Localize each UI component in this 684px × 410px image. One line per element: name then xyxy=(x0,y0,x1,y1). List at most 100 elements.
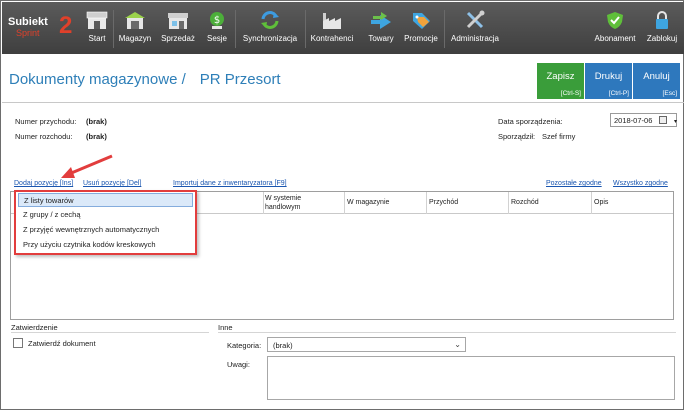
print-shortcut: [Ctrl-P] xyxy=(608,90,629,97)
main-toolbar: Subiekt Sprint 2 Start Magazyn Sprzedaż xyxy=(2,2,684,54)
toolbar-start-button[interactable]: Start xyxy=(82,10,112,50)
uwagi-textarea[interactable] xyxy=(267,356,675,400)
logo-version: 2 xyxy=(59,12,73,39)
section-divider xyxy=(11,332,209,333)
save-shortcut: [Ctrl-S] xyxy=(560,90,581,97)
toolbar-zablokuj-label: Zablokuj xyxy=(646,34,678,43)
shop-icon xyxy=(167,10,189,30)
column-divider xyxy=(591,192,592,214)
svg-text:$: $ xyxy=(214,15,220,26)
cancel-shortcut: [Esc] xyxy=(662,90,677,97)
sporzadzil-label: Sporządził: xyxy=(498,132,536,141)
column-header-magazyn[interactable]: W magazynie xyxy=(347,199,389,206)
inne-section-title: Inne xyxy=(218,323,233,332)
all-match-link[interactable]: Wszystko zgodne xyxy=(613,180,668,187)
toolbar-promocje-label: Promocje xyxy=(404,34,438,43)
dropdown-item-czytnik[interactable]: Przy użyciu czytnika kodów kreskowych xyxy=(18,238,193,252)
column-divider xyxy=(344,192,345,214)
toolbar-promocje-button[interactable]: Promocje xyxy=(402,10,440,50)
toolbar-abonament-label: Abonament xyxy=(594,34,636,43)
cancel-button-label: Anuluj xyxy=(643,71,670,82)
cash-session-icon: $ xyxy=(206,10,228,30)
column-header-rozchod[interactable]: Rozchód xyxy=(511,199,539,206)
toolbar-abonament-button[interactable]: Abonament xyxy=(591,10,639,50)
column-header-system-line2: handlowym xyxy=(265,204,301,211)
toolbar-start-label: Start xyxy=(88,34,106,43)
uwagi-label: Uwagi: xyxy=(227,360,250,369)
kategoria-value: (brak) xyxy=(273,341,293,350)
toolbar-kontrahenci-button[interactable]: Kontrahenci xyxy=(308,10,356,50)
date-picker[interactable]: 2018-07-06 ▾ xyxy=(610,113,677,127)
page-title-main: Dokumenty magazynowe / xyxy=(9,71,186,88)
numer-rozchodu-value: (brak) xyxy=(86,132,107,141)
header-divider xyxy=(2,102,684,103)
toolbar-synchronizacja-label: Synchronizacja xyxy=(242,34,298,43)
page-title-document: PR Przesort xyxy=(199,71,281,88)
toolbar-magazyn-button[interactable]: Magazyn xyxy=(116,10,154,50)
logo-brand: Subiekt xyxy=(8,16,48,28)
dropdown-item-z-grupy[interactable]: Z grupy / z cechą xyxy=(18,208,193,222)
sync-icon xyxy=(259,10,281,30)
dropdown-item-z-przyjec[interactable]: Z przyjęć wewnętrznych automatycznych xyxy=(18,223,193,237)
toolbar-administracja-label: Administracja xyxy=(450,34,499,43)
save-button[interactable]: Zapisz [Ctrl-S] xyxy=(537,63,584,99)
toolbar-sesje-button[interactable]: $ Sesje xyxy=(202,10,232,50)
toolbar-divider xyxy=(235,10,236,48)
toolbar-divider xyxy=(305,10,306,48)
column-header-system[interactable]: W systemie handlowym xyxy=(265,194,301,212)
toolbar-towary-label: Towary xyxy=(368,34,394,43)
factory-icon xyxy=(321,10,343,30)
column-divider xyxy=(426,192,427,214)
toolbar-sprzedaz-button[interactable]: Sprzedaż xyxy=(158,10,198,50)
data-sporzadzenia-label: Data sporządzenia: xyxy=(498,117,563,126)
shield-icon xyxy=(604,10,626,30)
toolbar-divider xyxy=(444,10,445,48)
approve-label: Zatwierdź dokument xyxy=(28,339,96,348)
toolbar-sesje-label: Sesje xyxy=(206,34,227,43)
toolbar-divider xyxy=(113,10,114,48)
kategoria-select[interactable]: (brak) ⌄ xyxy=(267,337,466,352)
kategoria-label: Kategoria: xyxy=(227,341,262,350)
column-header-przychod[interactable]: Przychód xyxy=(429,199,458,206)
page-title: Dokumenty magazynowe / PR Przesort xyxy=(9,71,281,88)
toolbar-administracja-button[interactable]: Administracja xyxy=(448,10,502,50)
annotation-arrow-icon xyxy=(61,154,113,178)
cancel-button[interactable]: Anuluj [Esc] xyxy=(633,63,680,99)
numer-rozchodu-label: Numer rozchodu: xyxy=(15,132,73,141)
app-logo: Subiekt Sprint 2 xyxy=(8,14,78,42)
print-button[interactable]: Drukuj [Ctrl-P] xyxy=(585,63,632,99)
lock-icon xyxy=(651,10,673,30)
logo-product: Sprint xyxy=(16,28,40,38)
toolbar-zablokuj-button[interactable]: Zablokuj xyxy=(644,10,680,50)
toolbar-sprzedaz-label: Sprzedaż xyxy=(161,34,195,43)
date-value: 2018-07-06 xyxy=(614,116,653,125)
numer-przychodu-value: (brak) xyxy=(86,117,107,126)
import-inventory-link[interactable]: Importuj dane z inwentaryzatora [F9] xyxy=(173,180,287,187)
store-icon xyxy=(86,10,108,30)
warehouse-icon xyxy=(124,10,146,30)
column-divider xyxy=(263,192,264,214)
toolbar-synchronizacja-button[interactable]: Synchronizacja xyxy=(240,10,300,50)
column-header-system-line1: W systemie xyxy=(265,195,302,202)
section-divider xyxy=(218,332,676,333)
application-window: Subiekt Sprint 2 Start Magazyn Sprzedaż xyxy=(0,0,684,410)
toolbar-magazyn-label: Magazyn xyxy=(118,34,152,43)
add-item-dropdown: Z listy towarów Z grupy / z cechą Z przy… xyxy=(14,190,197,255)
chevron-down-icon[interactable]: ▾ xyxy=(674,118,677,125)
toolbar-towary-button[interactable]: Towary xyxy=(364,10,398,50)
calendar-icon[interactable] xyxy=(659,116,667,124)
column-header-opis[interactable]: Opis xyxy=(594,199,608,206)
print-button-label: Drukuj xyxy=(594,71,623,82)
tags-icon xyxy=(410,10,432,30)
remaining-match-link[interactable]: Pozostałe zgodne xyxy=(546,180,602,187)
sporzadzil-value: Szef firmy xyxy=(542,132,576,141)
column-divider xyxy=(508,192,509,214)
approve-checkbox[interactable] xyxy=(13,338,23,348)
zatwierdzenie-section-title: Zatwierdzenie xyxy=(11,323,58,332)
chevron-down-icon: ⌄ xyxy=(454,340,461,349)
tools-icon xyxy=(464,10,486,30)
numer-przychodu-label: Numer przychodu: xyxy=(15,117,77,126)
toolbar-kontrahenci-label: Kontrahenci xyxy=(310,34,354,43)
dropdown-item-z-listy[interactable]: Z listy towarów xyxy=(18,193,193,207)
save-button-label: Zapisz xyxy=(546,71,575,82)
